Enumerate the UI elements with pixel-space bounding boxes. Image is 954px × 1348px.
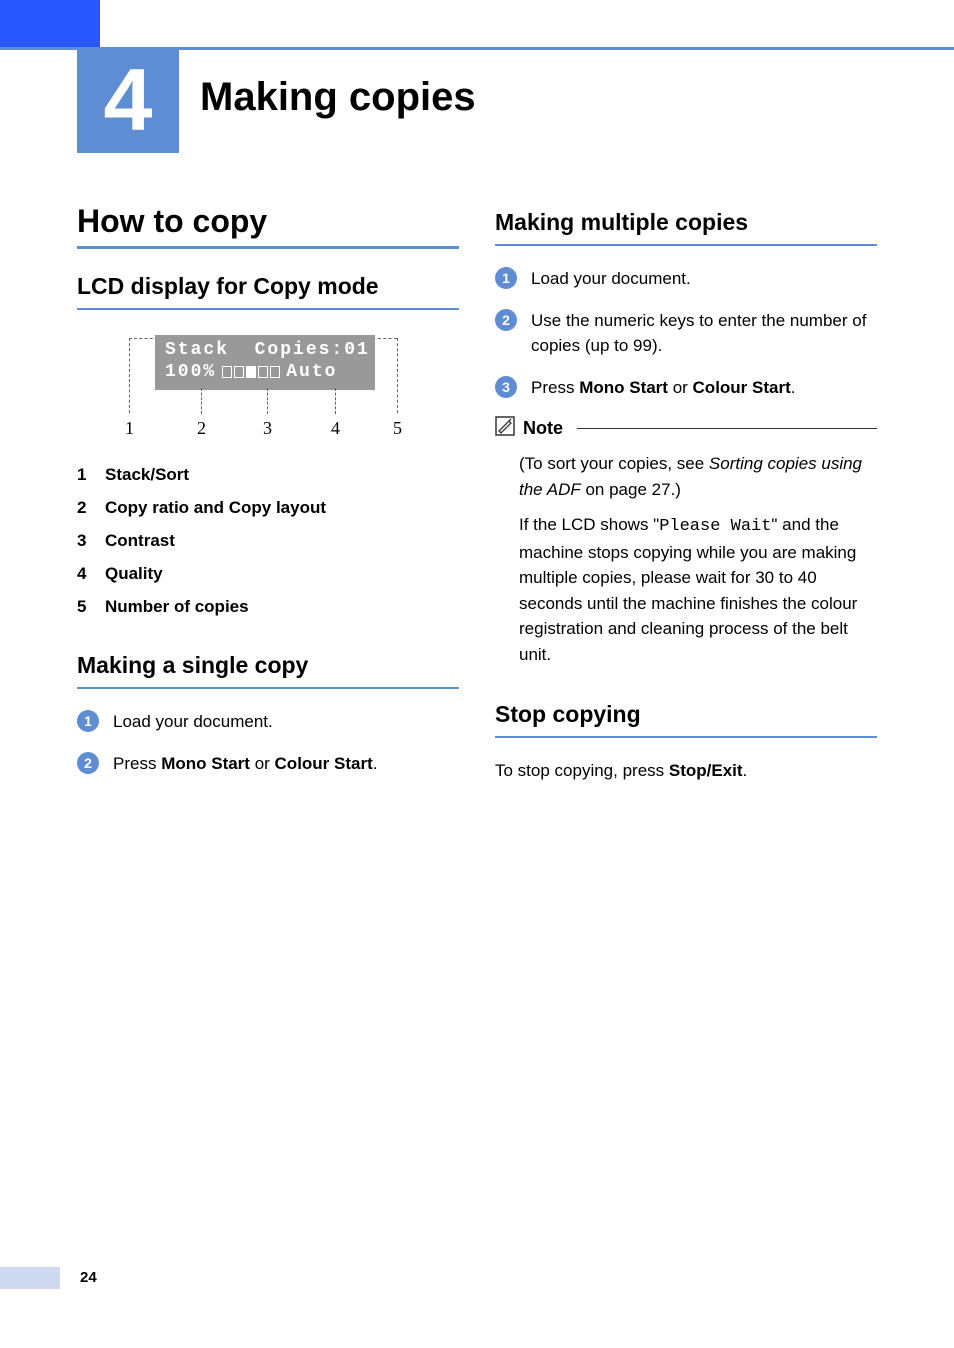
note-header: Note <box>495 416 877 441</box>
step-bullet-icon: 1 <box>77 710 99 732</box>
footer-color-block <box>0 1267 60 1289</box>
step-bullet-icon: 1 <box>495 267 517 289</box>
legend-item: 1Stack/Sort <box>77 465 459 485</box>
note-body: (To sort your copies, see Sorting copies… <box>519 451 877 667</box>
lcd-ratio: 100% <box>165 361 216 383</box>
legend-item: 4Quality <box>77 564 459 584</box>
stop-copying-text: To stop copying, press Stop/Exit. <box>495 758 877 784</box>
heading-lcd-display: LCD display for Copy mode <box>77 273 459 300</box>
step-1: 1 Load your document. <box>495 266 877 292</box>
step-bullet-icon: 3 <box>495 376 517 398</box>
lcd-display: Stack Copies:01 100% Auto <box>155 335 375 390</box>
heading-underline <box>77 687 459 689</box>
lcd-contrast-bars <box>222 366 280 378</box>
step-text: Press Mono Start or Colour Start. <box>113 751 378 777</box>
step-text: Use the numeric keys to enter the number… <box>531 308 877 359</box>
lcd-quality: Auto <box>286 361 337 383</box>
heading-underline <box>495 736 877 738</box>
legend-item: 3Contrast <box>77 531 459 551</box>
heading-multiple-copies: Making multiple copies <box>495 209 877 236</box>
step-bullet-icon: 2 <box>77 752 99 774</box>
chapter-number-box: 4 <box>77 47 179 153</box>
lcd-stack: Stack <box>165 340 229 360</box>
right-column: Making multiple copies 1 Load your docum… <box>495 195 877 792</box>
note-icon <box>495 416 515 441</box>
heading-underline <box>495 244 877 246</box>
legend-item: 5Number of copies <box>77 597 459 617</box>
left-column: How to copy LCD display for Copy mode St… <box>77 195 459 792</box>
note-label: Note <box>523 418 563 439</box>
step-2: 2 Use the numeric keys to enter the numb… <box>495 308 877 359</box>
heading-underline <box>77 246 459 249</box>
page-number: 24 <box>80 1269 97 1286</box>
header-color-block <box>0 0 100 47</box>
step-2: 2 Press Mono Start or Colour Start. <box>77 751 459 777</box>
heading-single-copy: Making a single copy <box>77 652 459 679</box>
step-text: Load your document. <box>113 709 273 735</box>
lcd-figure: Stack Copies:01 100% Auto 1 2 <box>105 330 459 445</box>
chapter-title: Making copies <box>200 75 476 120</box>
note-line <box>577 428 877 429</box>
step-bullet-icon: 2 <box>495 309 517 331</box>
content-columns: How to copy LCD display for Copy mode St… <box>77 195 877 792</box>
step-1: 1 Load your document. <box>77 709 459 735</box>
heading-stop-copying: Stop copying <box>495 701 877 728</box>
legend-item: 2Copy ratio and Copy layout <box>77 498 459 518</box>
heading-underline <box>77 308 459 310</box>
step-text: Load your document. <box>531 266 691 292</box>
heading-how-to-copy: How to copy <box>77 195 459 240</box>
lcd-copies: Copies:01 <box>255 340 370 360</box>
step-3: 3 Press Mono Start or Colour Start. <box>495 375 877 401</box>
step-text: Press Mono Start or Colour Start. <box>531 375 796 401</box>
lcd-legend: 1Stack/Sort 2Copy ratio and Copy layout … <box>77 465 459 617</box>
